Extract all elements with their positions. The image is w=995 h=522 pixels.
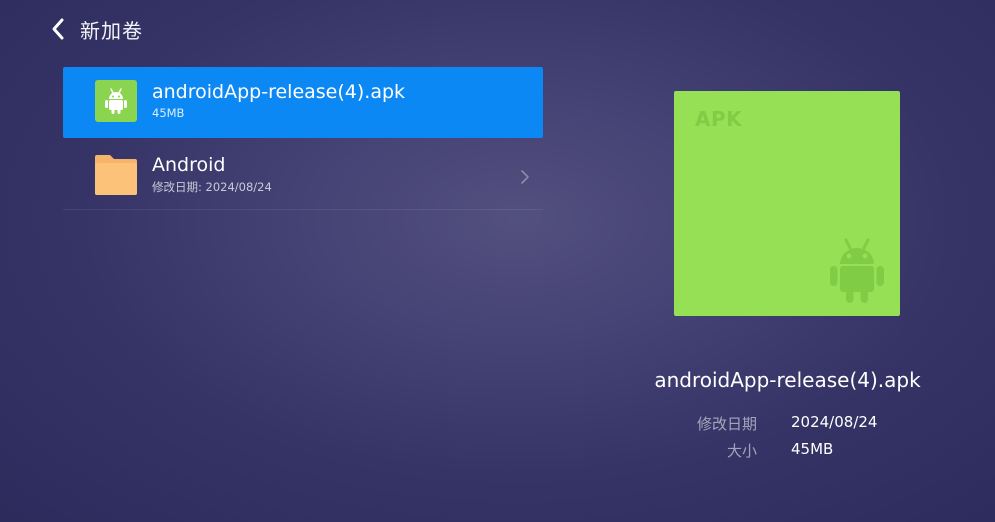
file-preview-card: APK xyxy=(674,91,900,316)
file-size: 45MB xyxy=(152,106,185,120)
preview-type-label: APK xyxy=(695,107,743,131)
file-name: Android xyxy=(152,154,226,176)
header: 新加卷 xyxy=(46,14,143,44)
detail-size-label: 大小 xyxy=(726,442,757,460)
back-button[interactable] xyxy=(46,14,70,44)
file-modified-date: 修改日期: 2024/08/24 xyxy=(152,180,272,194)
android-robot-icon xyxy=(830,238,884,303)
file-text: Android 修改日期: 2024/08/24 xyxy=(152,153,272,195)
file-list: androidApp-release(4).apk 45MB Android 修… xyxy=(63,67,543,210)
file-text: androidApp-release(4).apk 45MB xyxy=(152,80,405,120)
file-row-apk[interactable]: androidApp-release(4).apk 45MB xyxy=(63,67,543,138)
page-title: 新加卷 xyxy=(80,18,143,43)
android-apk-icon xyxy=(95,80,137,122)
detail-modified-row: 修改日期 2024/08/24 xyxy=(600,413,975,435)
detail-file-name: androidApp-release(4).apk xyxy=(654,368,921,392)
chevron-left-icon xyxy=(52,18,64,40)
file-row-folder[interactable]: Android 修改日期: 2024/08/24 xyxy=(63,143,543,210)
file-name: androidApp-release(4).apk xyxy=(152,81,406,103)
detail-modified-value: 2024/08/24 xyxy=(791,413,878,431)
detail-modified-label: 修改日期 xyxy=(696,415,757,433)
folder-icon xyxy=(95,153,137,195)
detail-size-row: 大小 45MB xyxy=(600,440,975,462)
chevron-right-icon xyxy=(521,170,529,184)
detail-size-value: 45MB xyxy=(791,440,834,458)
